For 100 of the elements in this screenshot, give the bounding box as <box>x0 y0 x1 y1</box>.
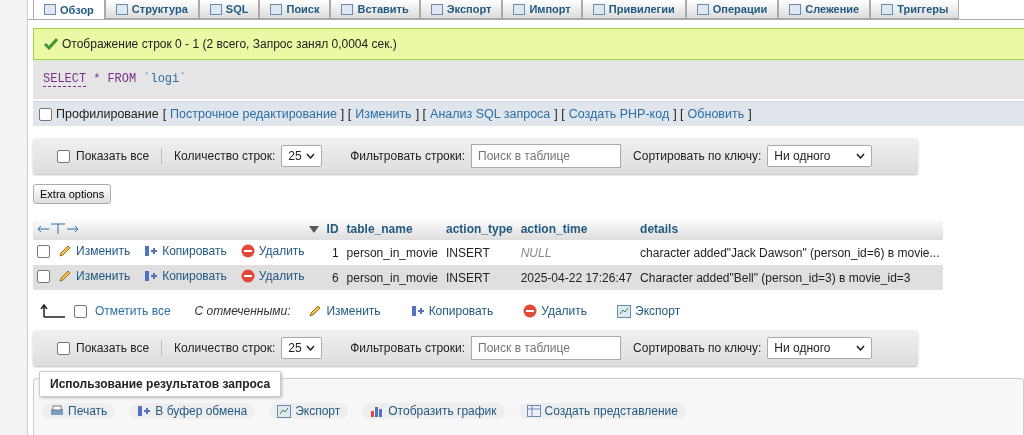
checkbox[interactable] <box>57 341 70 355</box>
result-action-link[interactable]: В буфер обмена <box>129 403 256 419</box>
action-link[interactable]: Обновить <box>687 107 745 121</box>
row-action-link[interactable]: Копировать <box>144 269 227 283</box>
bulk-action-link[interactable]: Экспорт <box>617 304 681 318</box>
column-header[interactable]: details <box>636 218 944 240</box>
table-cell: 6 <box>322 265 343 290</box>
sort-label: Сортировать по ключу: <box>633 341 762 355</box>
tab[interactable]: Вставить <box>330 0 420 19</box>
sql-token: * <box>93 72 101 87</box>
row-count-select[interactable]: 25 <box>281 337 323 359</box>
tab[interactable]: Экспорт <box>419 0 503 19</box>
action-link[interactable]: Создать PHP-код <box>568 107 670 121</box>
bulk-action-link[interactable]: Копировать <box>410 304 494 318</box>
action-link[interactable]: Анализ SQL запроса <box>430 107 551 121</box>
filter-label: Фильтровать строки: <box>350 149 466 163</box>
pencil-icon <box>308 304 323 318</box>
table-cell: NULL <box>516 240 637 265</box>
copy-icon <box>410 304 425 318</box>
bulk-action-link[interactable]: Изменить <box>308 304 381 318</box>
filter-label: Фильтровать строки: <box>350 341 466 355</box>
bracket-text: ] [ <box>673 107 684 121</box>
check-all-link[interactable]: Отметить все <box>95 304 171 318</box>
row-checkbox[interactable] <box>37 244 50 258</box>
row-checkbox[interactable] <box>37 269 50 283</box>
sql-token: FROM <box>107 72 137 87</box>
row-action-link[interactable]: Удалить <box>240 269 305 283</box>
checkbox[interactable] <box>74 304 87 318</box>
column-resize-icon[interactable] <box>37 223 79 235</box>
sort-select[interactable]: Ни одного <box>767 145 872 167</box>
caret-icon <box>306 153 316 159</box>
copy-icon <box>137 404 152 418</box>
tab-icon <box>115 3 128 15</box>
row-action-link[interactable]: Изменить <box>58 269 131 283</box>
tab[interactable]: Обзор <box>33 0 105 20</box>
sql-token: SELECT <box>43 72 87 87</box>
copy-icon <box>144 244 159 258</box>
sort-label: Сортировать по ключу: <box>633 149 762 163</box>
table-cell: person_in_movie <box>342 265 442 290</box>
caret-icon <box>856 345 865 351</box>
tab-icon <box>881 3 894 15</box>
checkmark-icon <box>44 38 58 50</box>
caret-icon <box>306 345 316 351</box>
tab-icon <box>696 3 709 15</box>
table-cell: person_in_movie <box>342 240 442 265</box>
with-selected-label: С отмеченными: <box>194 304 291 318</box>
row-action-link[interactable]: Удалить <box>240 244 305 258</box>
column-header[interactable]: table_name <box>342 218 442 240</box>
show-all-label: Показать все <box>76 341 150 355</box>
tab[interactable]: Слежение <box>778 0 871 19</box>
row-count-select[interactable]: 25 <box>281 145 323 167</box>
bracket-text: ] <box>748 107 752 121</box>
column-header[interactable]: action_time <box>516 218 637 240</box>
column-header[interactable]: ID <box>322 218 343 240</box>
show-all-label: Показать все <box>76 149 150 163</box>
sort-select[interactable]: Ни одного <box>767 337 872 359</box>
extra-options-button[interactable]: Extra options <box>33 184 112 204</box>
tab-icon <box>341 3 354 15</box>
bulk-action-link[interactable]: Удалить <box>523 304 588 318</box>
tab[interactable]: Импорт <box>502 0 582 19</box>
delete-icon <box>523 304 538 318</box>
delete-icon <box>240 244 255 258</box>
result-action-link[interactable]: Отобразить график <box>362 403 505 419</box>
tab-icon <box>430 3 443 15</box>
table-cell: 1 <box>322 240 343 265</box>
tab-icon <box>209 3 222 15</box>
export-icon <box>617 304 632 318</box>
profiling-label: Профилирование <box>56 107 159 121</box>
result-action-link[interactable]: Печать <box>42 403 116 419</box>
panel-legend: Использование результатов запроса <box>39 371 282 397</box>
bracket-text: [ <box>162 107 167 121</box>
table-icon <box>526 405 541 417</box>
tab-icon <box>592 3 605 15</box>
chart-icon <box>370 405 385 417</box>
row-action-link[interactable]: Копировать <box>144 244 227 258</box>
sort-caret-icon[interactable] <box>308 225 319 233</box>
bracket-text: ] [ <box>415 107 427 121</box>
message-text: Отображение строк 0 - 1 (2 всего, Запрос занял 0,0004 сек.) <box>62 37 397 51</box>
action-link[interactable]: Изменить <box>355 107 412 121</box>
result-action-link[interactable]: Создать представление <box>518 403 686 419</box>
column-header[interactable]: action_type <box>442 218 517 240</box>
tab[interactable]: Структура <box>104 0 199 19</box>
tab[interactable]: Привилегии <box>581 0 686 19</box>
tab[interactable]: Триггеры <box>870 0 960 19</box>
filter-field[interactable]: Поиск в таблице <box>471 336 622 360</box>
printer-icon <box>50 405 64 417</box>
action-link[interactable]: Построчное редактирование <box>170 107 337 121</box>
checkbox[interactable] <box>39 107 52 121</box>
row-action-link[interactable]: Изменить <box>58 244 131 258</box>
filter-field[interactable]: Поиск в таблице <box>471 144 622 168</box>
tab[interactable]: SQL <box>198 0 260 19</box>
table-cell: INSERT <box>442 240 517 265</box>
checkbox[interactable] <box>57 149 70 163</box>
tab[interactable]: Поиск <box>259 0 331 19</box>
result-action-link[interactable]: Экспорт <box>269 403 349 419</box>
table-cell: character added"Jack Dawson" (person_id=6) в movie... <box>636 240 944 265</box>
bracket-text: ] [ <box>554 107 565 121</box>
table-cell: INSERT <box>442 265 517 290</box>
tab[interactable]: Операции <box>685 0 779 19</box>
tab-icon <box>789 3 802 15</box>
